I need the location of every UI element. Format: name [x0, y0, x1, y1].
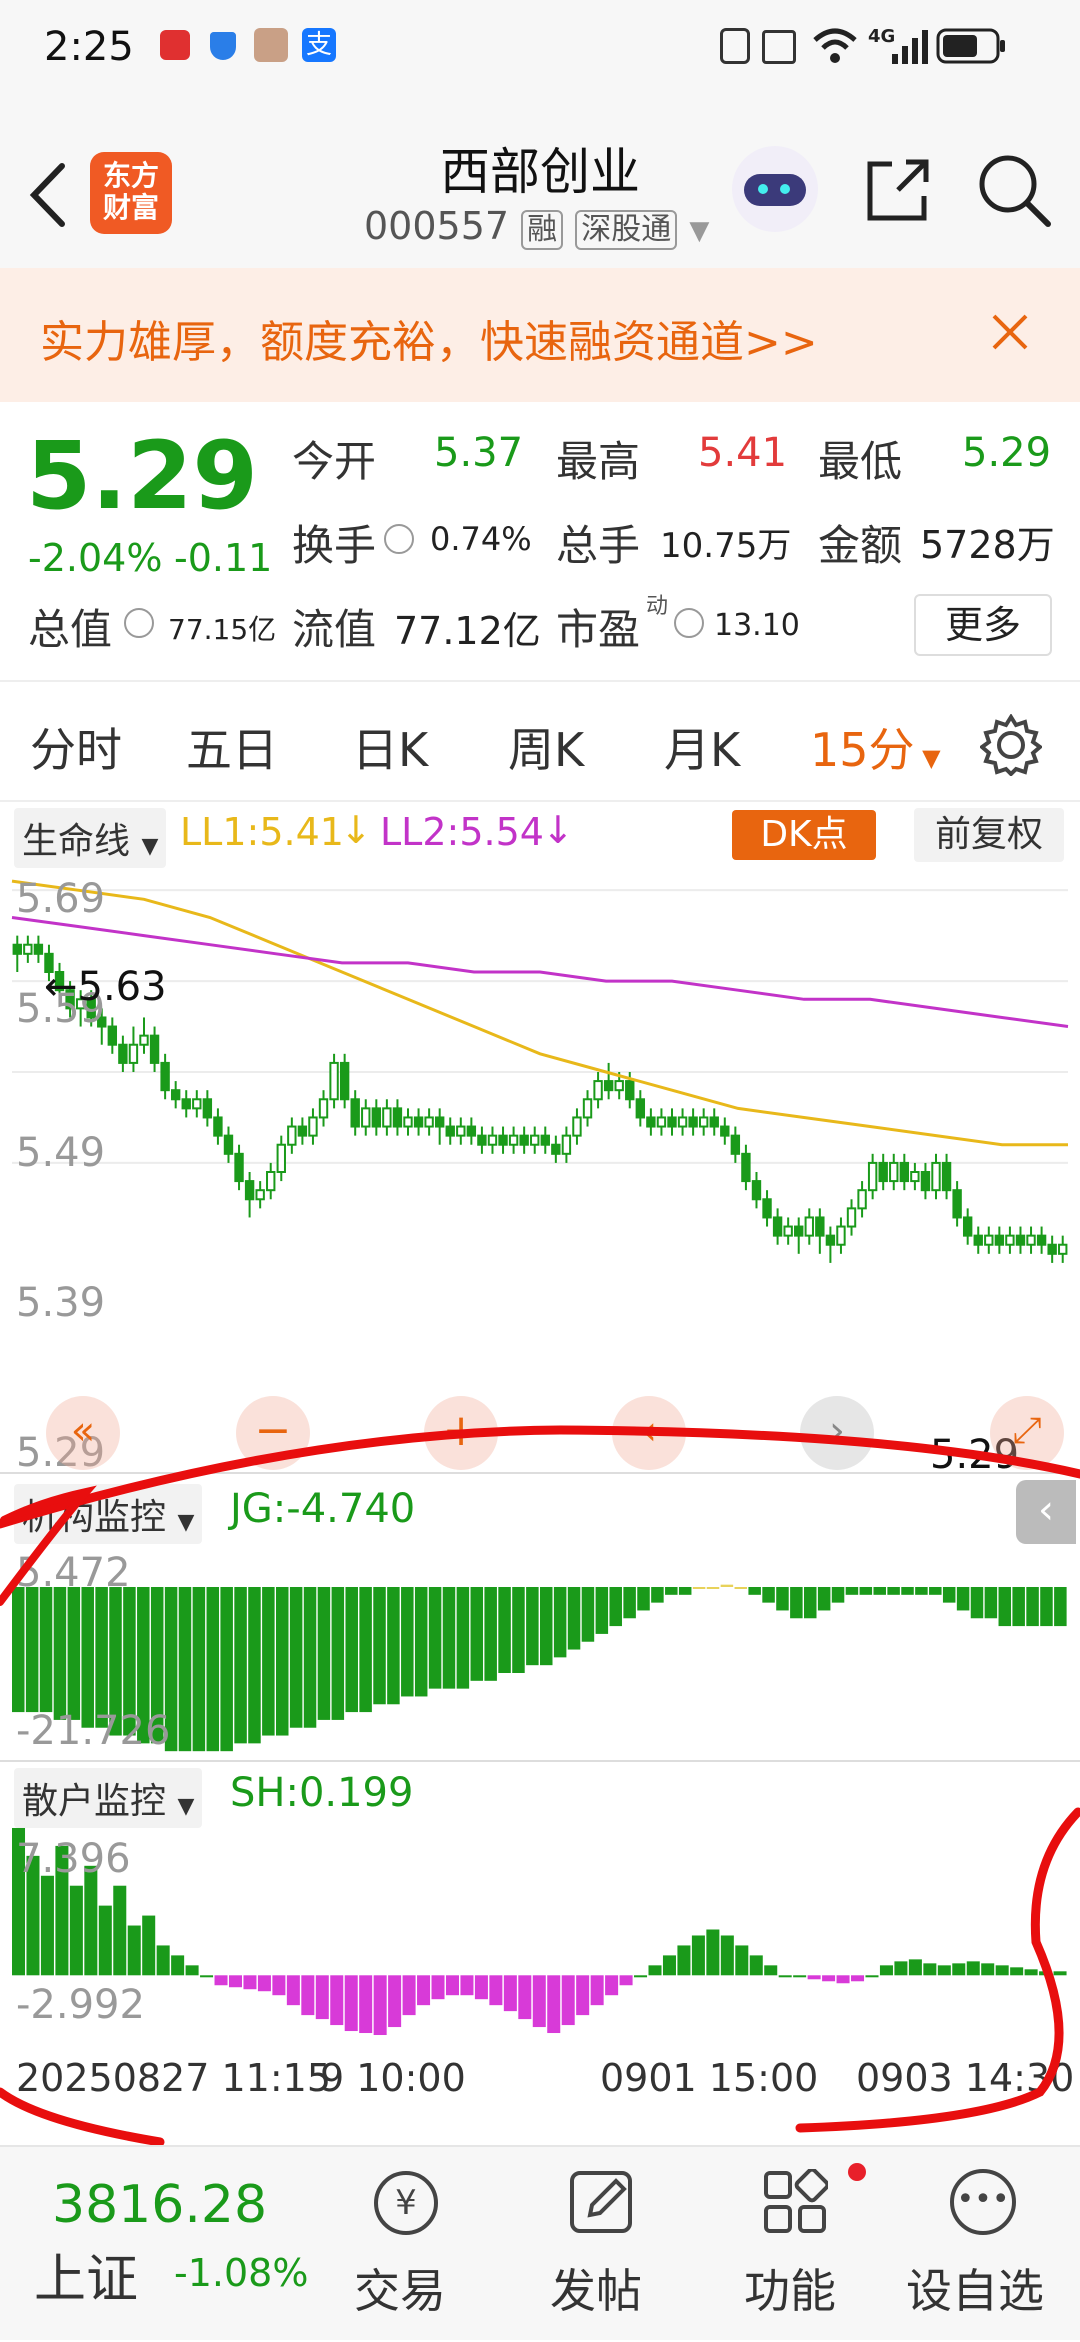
- high-label: 最高: [556, 437, 641, 486]
- nav-label: 发帖: [550, 2264, 642, 2318]
- turnover-label: 换手: [292, 521, 377, 570]
- nav-add-watchlist[interactable]: ••• 设自选: [906, 2163, 1066, 2333]
- shield-icon: [210, 32, 236, 60]
- stock-code: 000557: [364, 204, 510, 248]
- robot-assistant-icon[interactable]: [732, 146, 818, 232]
- pe-label: 市盈: [556, 605, 641, 654]
- alipay-icon: 支: [302, 28, 336, 62]
- chart-area[interactable]: 生命线 ▼ LL1:5.41 ↓ LL2:5.54 ↓ DK点 前复权 5.69…: [0, 802, 1080, 2145]
- low-value: 5.29: [962, 430, 1052, 476]
- tab-five-day[interactable]: 五日: [186, 714, 278, 780]
- change-percent: -2.04%: [28, 536, 163, 580]
- status-bar: 2:25 支 4G: [0, 0, 1080, 120]
- nav-features[interactable]: 功能: [734, 2163, 866, 2333]
- title-bar: 东方 财富 西部创业 000557 融 深股通 ▼: [0, 120, 1080, 268]
- index-change: -1.08%: [174, 2251, 309, 2295]
- info-icon[interactable]: [384, 524, 414, 554]
- open-label: 今开: [292, 437, 377, 486]
- index-name: 上证: [34, 2250, 139, 2310]
- share-icon[interactable]: [862, 154, 934, 226]
- stock-code-row: 000557 融 深股通 ▼: [364, 204, 709, 250]
- amount-label: 金额: [818, 521, 903, 570]
- nav-label: 交易: [354, 2264, 446, 2318]
- float-cap-value: 77.12亿: [394, 609, 541, 653]
- avatar-notification-icon: [254, 28, 288, 62]
- tab-15min[interactable]: 15分 ▼: [810, 714, 941, 780]
- low-label: 最低: [818, 437, 903, 486]
- tab-weekly-k[interactable]: 周K: [508, 714, 584, 780]
- info-icon[interactable]: [124, 608, 154, 638]
- battery-icon: [936, 28, 1005, 64]
- high-value: 5.41: [698, 430, 788, 476]
- nfc-icon: [720, 28, 750, 64]
- quote-panel: 5.29 -2.04% -0.11 今开 5.37 最高 5.41 最低 5.2…: [0, 402, 1080, 682]
- search-icon[interactable]: [974, 150, 1054, 230]
- period-tabs: 分时 五日 日K 周K 月K 15分 ▼: [0, 682, 1080, 802]
- hand-drawn-annotation: [0, 1425, 1080, 2145]
- signal-icon: [892, 30, 928, 64]
- promo-banner-text[interactable]: 实力雄厚，额度充裕，快速融资通道>>: [40, 306, 818, 370]
- market-cap-value: 77.15亿: [168, 613, 277, 646]
- index-ticker[interactable]: 3816.28 上证 -1.08%: [0, 2147, 320, 2342]
- pe-value: 13.10: [714, 608, 800, 643]
- turnover-value: 0.74%: [430, 520, 532, 558]
- pe-sup: 动: [646, 594, 669, 619]
- wifi-icon: [813, 28, 857, 63]
- info-icon[interactable]: [674, 608, 704, 638]
- index-value: 3816.28: [52, 2175, 268, 2235]
- volume-value: 10.75万: [660, 526, 792, 566]
- notification-dot: [848, 2163, 866, 2181]
- current-price: 5.29: [26, 422, 258, 531]
- status-time: 2:25: [44, 24, 134, 70]
- tab-monthly-k[interactable]: 月K: [664, 714, 740, 780]
- tab-daily-k[interactable]: 日K: [352, 714, 428, 780]
- change-amount: -0.11: [174, 536, 273, 580]
- more-button[interactable]: 更多: [914, 594, 1052, 656]
- market-cap-label: 总值: [28, 605, 113, 654]
- tag-margin: 融: [521, 210, 564, 250]
- close-icon[interactable]: [990, 312, 1030, 352]
- open-value: 5.37: [434, 430, 524, 476]
- nav-label: 设自选: [906, 2264, 1044, 2318]
- float-cap-label: 流值: [292, 605, 377, 654]
- chevron-down-icon[interactable]: ▼: [689, 216, 709, 246]
- settings-gear-icon[interactable]: [980, 714, 1042, 776]
- nav-label: 功能: [744, 2264, 836, 2318]
- app-notification-icon: [160, 30, 190, 60]
- nav-trade[interactable]: ¥ 交易: [344, 2163, 464, 2333]
- tag-connect: 深股通: [575, 210, 678, 250]
- tab-intraday[interactable]: 分时: [30, 714, 122, 780]
- more-icon: •••: [950, 2169, 1016, 2235]
- volume-label: 总手: [556, 521, 641, 570]
- nav-post[interactable]: 发帖: [540, 2163, 660, 2333]
- amount-value: 5728万: [920, 523, 1055, 567]
- vibrate-icon: [762, 30, 796, 64]
- edit-icon: [570, 2171, 632, 2233]
- chevron-down-icon: ▼: [914, 744, 941, 772]
- bottom-nav: 3816.28 上证 -1.08% ¥ 交易 发帖 功能 ••• 设自选: [0, 2145, 1080, 2340]
- promo-banner[interactable]: 实力雄厚，额度充裕，快速融资通道>>: [0, 268, 1080, 402]
- grid-icon: [764, 2169, 828, 2233]
- yen-icon: ¥: [374, 2171, 438, 2235]
